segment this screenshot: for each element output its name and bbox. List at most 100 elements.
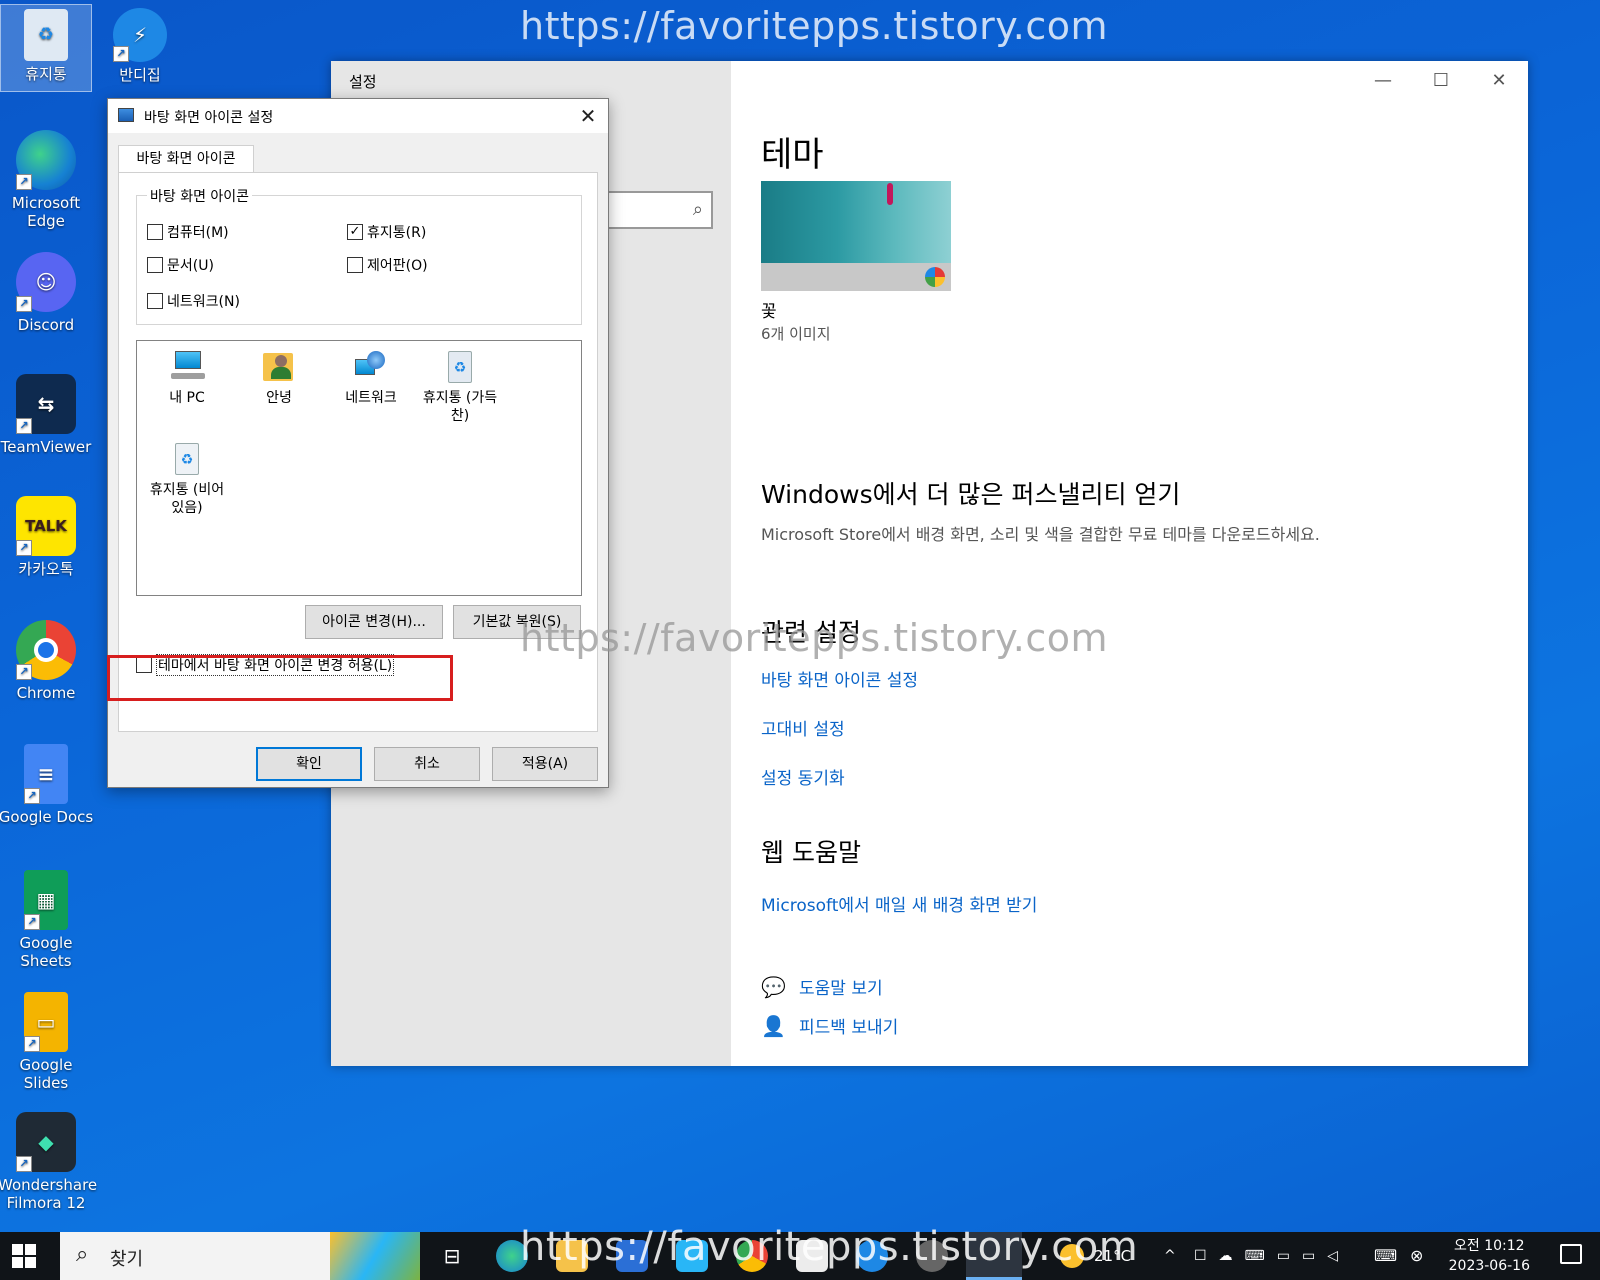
- recycle-bin-empty-icon: ♻: [169, 441, 205, 475]
- checkbox-label: 문서(U): [167, 258, 214, 274]
- icon-item-user[interactable]: 안녕: [231, 349, 327, 407]
- get-help-link[interactable]: 도움말 보기: [799, 974, 883, 999]
- desktop-icon-kakaotalk[interactable]: TALK ↗ 카카오톡: [0, 496, 94, 578]
- desktop-icon-label: 휴지통: [25, 65, 67, 83]
- dialog-titlebar: 바탕 화면 아이콘 설정 ✕: [108, 99, 608, 133]
- icon-item-label: 네트워크: [345, 390, 397, 406]
- taskbar-active-app[interactable]: [966, 1232, 1022, 1280]
- desktop-icon-label: TeamViewer: [0, 438, 92, 456]
- ok-button[interactable]: 확인: [256, 747, 362, 781]
- keyboard-icon[interactable]: ⌨: [1374, 1232, 1397, 1280]
- desktop-icon-chrome[interactable]: ↗ Chrome: [0, 620, 94, 702]
- close-circle-icon[interactable]: ⊗: [1410, 1232, 1423, 1280]
- checkbox-label: 제어판(O): [367, 258, 428, 274]
- related-settings-heading: 관련 설정: [761, 618, 861, 647]
- cancel-button[interactable]: 취소: [374, 747, 480, 781]
- search-icon: ⌕: [692, 199, 703, 220]
- change-icon-button[interactable]: 아이콘 변경(H)...: [305, 605, 443, 639]
- desktop-icon-discord[interactable]: ☺ ↗ Discord: [0, 252, 94, 334]
- recycle-bin-full-icon: ♻: [442, 349, 478, 383]
- checkbox-control-panel[interactable]: 제어판(O): [347, 255, 428, 275]
- icon-item-label: 휴지통 (가득 찬): [422, 390, 498, 424]
- filmora-icon: ◆ ↗: [16, 1112, 76, 1172]
- highlight-annotation: [107, 655, 453, 701]
- icon-item-recycle-bin-empty[interactable]: ♻ 휴지통 (비어 있음): [139, 441, 235, 517]
- desktop-icon-settings-link[interactable]: 바탕 화면 아이콘 설정: [761, 666, 918, 691]
- desktop-icon-teamviewer[interactable]: ⇆ ↗ TeamViewer: [0, 374, 94, 456]
- temperature[interactable]: 21°C: [1094, 1232, 1131, 1280]
- taskbar-explorer-icon[interactable]: [556, 1240, 588, 1272]
- checkbox-computer[interactable]: 컴퓨터(M): [147, 222, 229, 242]
- taskbar-app-icon[interactable]: [796, 1240, 828, 1272]
- taskbar-search[interactable]: ⌕ 찾기: [60, 1232, 420, 1280]
- icon-item-label: 휴지통 (비어 있음): [149, 482, 225, 516]
- taskbar-chrome-icon[interactable]: [736, 1240, 768, 1272]
- search-placeholder: 찾기: [110, 1249, 144, 1270]
- monitor-icon: [118, 108, 134, 122]
- feedback-link[interactable]: 피드백 보내기: [799, 1013, 898, 1038]
- settings-search-input[interactable]: ⌕: [603, 191, 713, 229]
- web-help-heading: 웹 도움말: [761, 838, 861, 867]
- checkbox-documents[interactable]: 문서(U): [147, 255, 214, 275]
- desktop-icon-recycle-bin[interactable]: ♻ 휴지통: [0, 4, 92, 92]
- desktop-icon-google-docs[interactable]: ≡ ↗ Google Docs: [0, 744, 94, 826]
- desktop-icon-filmora[interactable]: ◆ ↗ Wondershare Filmora 12: [0, 1112, 98, 1212]
- get-help-row[interactable]: 💬 도움말 보기: [761, 974, 883, 1000]
- desktop-icon-google-sheets[interactable]: ▦ ↗ Google Sheets: [0, 870, 94, 970]
- desktop-icon-google-slides[interactable]: ▭ ↗ Google Slides: [0, 992, 94, 1092]
- desktop-icon-label: Google Slides: [19, 1056, 73, 1092]
- google-slides-icon: ▭ ↗: [24, 992, 68, 1052]
- dialog-title: 바탕 화면 아이콘 설정: [144, 110, 274, 126]
- theme-name: 꽃: [761, 302, 777, 322]
- icon-item-network[interactable]: 네트워크: [323, 349, 419, 407]
- taskbar-mail-icon[interactable]: [676, 1240, 708, 1272]
- notification-icon[interactable]: [1560, 1244, 1582, 1264]
- desktop-icon-label: Google Docs: [0, 808, 94, 826]
- dialog-close-button[interactable]: ✕: [568, 99, 608, 133]
- daily-wallpaper-link[interactable]: Microsoft에서 매일 새 배경 화면 받기: [761, 891, 1037, 916]
- checkbox-box[interactable]: [147, 293, 163, 309]
- user-folder-icon: [261, 349, 297, 383]
- theme-thumbnail[interactable]: [761, 181, 951, 291]
- kakaotalk-badge: TALK: [25, 517, 67, 535]
- checkbox-box[interactable]: [147, 224, 163, 240]
- start-button[interactable]: [12, 1244, 36, 1268]
- checkbox-label: 네트워크(N): [167, 294, 240, 310]
- flower-image: [887, 183, 893, 205]
- tray-chevron-icon[interactable]: ^: [1164, 1232, 1176, 1280]
- desktop-icon-label: Wondershare Filmora 12: [0, 1176, 98, 1212]
- high-contrast-link[interactable]: 고대비 설정: [761, 715, 845, 740]
- desktop-icon-label: Microsoft Edge: [11, 194, 81, 230]
- desktop-icons-group: 바탕 화면 아이콘 컴퓨터(M) ✓ 휴지통(R) 문서(U) 제어판(O) 네…: [136, 186, 582, 325]
- taskbar-settings-icon[interactable]: [916, 1240, 948, 1272]
- apply-button[interactable]: 적용(A): [492, 747, 598, 781]
- checkbox-recycle-bin[interactable]: ✓ 휴지통(R): [347, 222, 426, 242]
- shortcut-arrow-icon: ↗: [16, 1156, 32, 1172]
- tray-icons[interactable]: ☐☁⌨▭▭◁: [1194, 1232, 1374, 1280]
- tab-desktop-icons[interactable]: 바탕 화면 아이콘: [118, 145, 254, 173]
- shortcut-arrow-icon: ↗: [24, 788, 40, 804]
- checkbox-box[interactable]: [347, 257, 363, 273]
- desktop-icon-edge[interactable]: ↗ Microsoft Edge: [0, 130, 94, 230]
- feedback-row[interactable]: 👤 피드백 보내기: [761, 1013, 898, 1039]
- taskbar-bandizip-icon[interactable]: [856, 1240, 888, 1272]
- desktop-icon-label: 반디집: [119, 66, 161, 84]
- icon-item-recycle-bin-full[interactable]: ♻ 휴지통 (가득 찬): [415, 349, 505, 425]
- checkbox-box[interactable]: [147, 257, 163, 273]
- sync-settings-link[interactable]: 설정 동기화: [761, 764, 845, 789]
- checkbox-network[interactable]: 네트워크(N): [147, 291, 240, 311]
- taskbar-edge-icon[interactable]: [496, 1240, 528, 1272]
- task-view-icon[interactable]: ⊟: [436, 1240, 468, 1272]
- shortcut-arrow-icon: ↗: [24, 914, 40, 930]
- weather-icon[interactable]: [1060, 1244, 1084, 1268]
- icon-list: 내 PC 안녕 네트워크 ♻ 휴지통 (가득 찬) ♻ 휴지통 (비어 있음): [136, 340, 582, 596]
- feedback-icon: 👤: [761, 1013, 786, 1038]
- icon-item-this-pc[interactable]: 내 PC: [139, 349, 235, 407]
- discord-icon: ☺ ↗: [16, 252, 76, 312]
- restore-default-button[interactable]: 기본값 복원(S): [453, 605, 581, 639]
- desktop-icon-bandizip[interactable]: ⚡ ↗ 반디집: [92, 8, 188, 84]
- checkbox-label: 컴퓨터(M): [167, 225, 229, 241]
- taskbar-store-icon[interactable]: [616, 1240, 648, 1272]
- checkbox-box-checked[interactable]: ✓: [347, 224, 363, 240]
- clock[interactable]: 오전 10:12 2023-06-16: [1449, 1236, 1530, 1276]
